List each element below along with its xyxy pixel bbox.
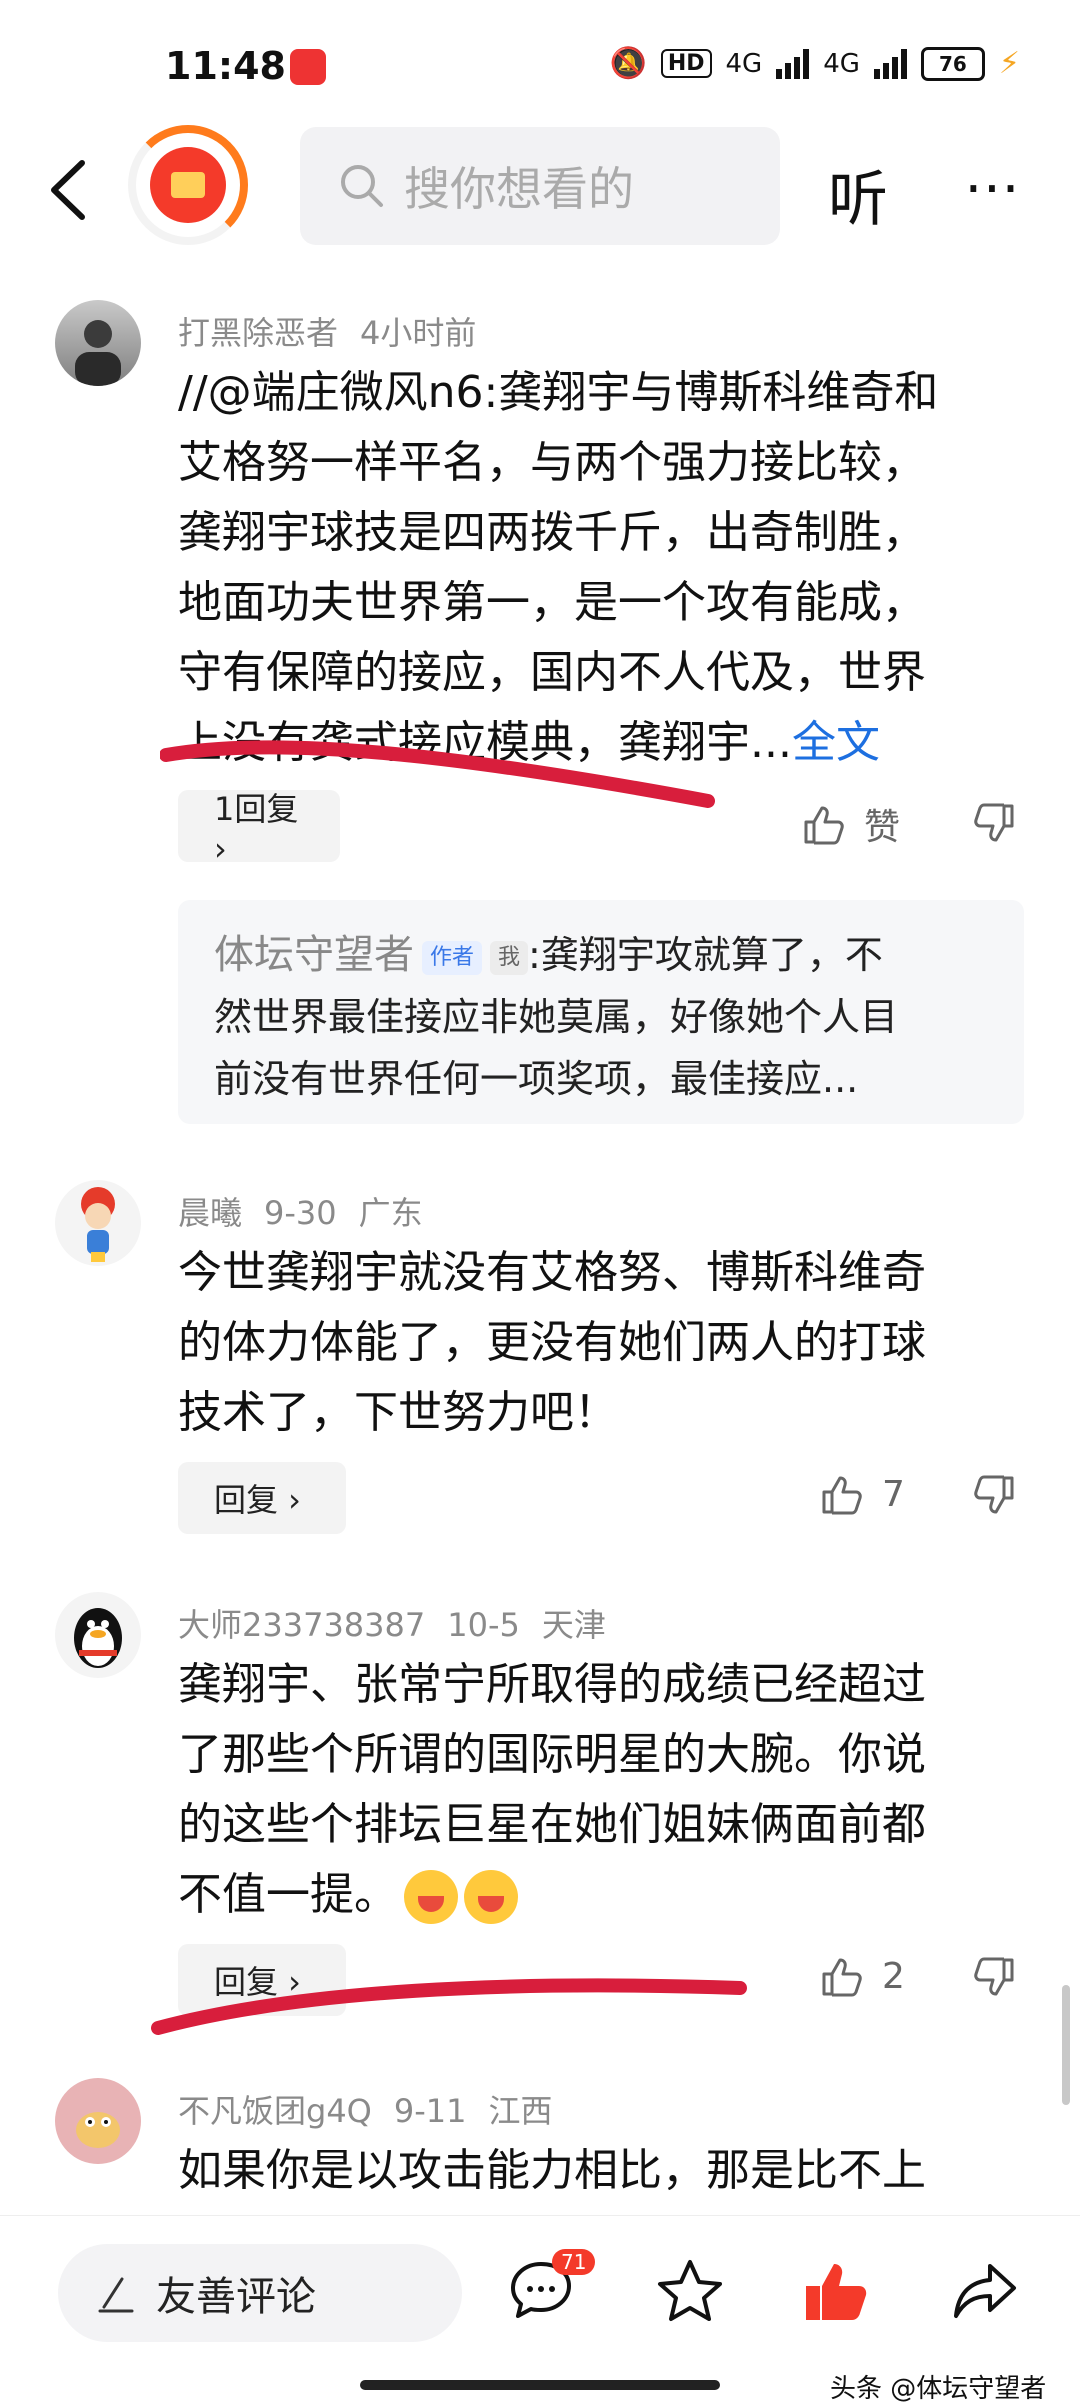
network-4g-label-2: 4G (823, 48, 860, 79)
thumbs-up-icon (822, 1958, 862, 1997)
comment-count-badge: 71 (552, 2249, 596, 2275)
top-nav: 搜你想看的 听 ⋯ (0, 125, 1080, 255)
status-bar: 11:48 🔕 HD 4G 4G 76 ⚡ (0, 0, 1080, 130)
reply-button[interactable]: 回复 › (178, 1462, 346, 1534)
thumbs-down-icon[interactable] (972, 802, 1016, 846)
listen-button[interactable]: 听 (828, 151, 888, 238)
avatar[interactable] (55, 2078, 141, 2164)
comment-text[interactable]: //@端庄微风n6:龚翔宇与博斯科维奇和 艾格努一样平名，与两个强力接比较， 龚… (178, 358, 1018, 778)
comment-username[interactable]: 晨曦 (178, 1194, 242, 1232)
scrollbar[interactable] (1062, 1985, 1070, 2105)
comment-meta: 晨曦 9-30 广东 (178, 1188, 445, 1234)
like-button[interactable]: 7 (820, 1472, 905, 1516)
like-count: 2 (882, 1955, 905, 1997)
comment-time: 10-5 (447, 1606, 520, 1644)
liked-thumbs-up-icon[interactable] (800, 2256, 870, 2326)
comment-line: 地面功夫世界第一，是一个攻有能成， (178, 577, 926, 628)
comment-location: 江西 (488, 2092, 553, 2130)
avatar[interactable] (55, 300, 141, 386)
comment-username[interactable]: 大师233738387 (178, 1606, 425, 1644)
comment-meta: 不凡饭团g4Q 9-11 江西 (178, 2086, 575, 2132)
comment-line: 了那些个所谓的国际明星的大腕。你说 (178, 1729, 926, 1780)
comment-location: 天津 (541, 1606, 606, 1644)
watermark: 头条 @体坛守望者 (830, 2374, 1047, 2404)
charging-icon: ⚡ (998, 46, 1020, 81)
comment-input-placeholder: 友善评论 (156, 2274, 316, 2320)
comment-line: 龚翔宇、张常宁所取得的成绩已经超过 (178, 1659, 926, 1710)
back-arrow-icon[interactable] (40, 155, 100, 225)
hd-icon: HD (660, 49, 712, 78)
thumbs-down-icon[interactable] (972, 1956, 1016, 2000)
red-underline-annotation (160, 740, 715, 808)
search-placeholder: 搜你想看的 (404, 162, 634, 216)
status-icons: 🔕 HD 4G 4G 76 ⚡ (609, 46, 1020, 81)
comment-time: 9-30 (264, 1194, 337, 1232)
me-tag: 我 (490, 940, 529, 975)
like-button[interactable]: 2 (820, 1954, 905, 1998)
cartoon-avatar-icon (81, 1187, 115, 1262)
sub-reply-text: 体坛守望者 作者我:龚翔宇攻就算了，不 然世界最佳接应非她莫属，好像她个人目 前没… (214, 924, 994, 1110)
share-arrow-icon[interactable] (950, 2256, 1020, 2326)
comment-username[interactable]: 不凡饭团g4Q (178, 2092, 372, 2130)
signal-icon (776, 48, 810, 79)
favorite-star-icon[interactable] (655, 2256, 725, 2326)
thumbs-up-icon (822, 1476, 862, 1515)
avatar[interactable] (55, 1592, 141, 1678)
like-label: 赞 (864, 807, 901, 848)
comment-line: 的体力体能了，更没有她们两人的打球 (178, 1317, 926, 1368)
comment-text[interactable]: 今世龚翔宇就没有艾格努、博斯科维奇 的体力体能了，更没有她们两人的打球 技术了，… (178, 1238, 1018, 1448)
comment-time: 9-11 (393, 2092, 467, 2130)
like-button[interactable]: 赞 (802, 798, 900, 850)
laugh-cry-emoji-icon (404, 1870, 458, 1924)
signal-icon-2 (873, 48, 907, 79)
author-tag: 作者 (422, 940, 483, 975)
comment-line: 守有保障的接应，国内不人代及，世界 (178, 647, 926, 698)
comment-meta: 打黑除恶者 4小时前 (178, 308, 498, 354)
status-time: 11:48 (165, 44, 286, 88)
comment-line: 今世龚翔宇就没有艾格努、博斯科维奇 (178, 1247, 926, 1298)
sub-reply-box[interactable]: 体坛守望者 作者我:龚翔宇攻就算了，不 然世界最佳接应非她莫属，好像她个人目 前没… (178, 900, 1024, 1124)
pen-icon (98, 2277, 134, 2313)
red-underline-annotation (151, 1978, 747, 2035)
avatar[interactable] (55, 1180, 141, 1266)
comment-line: 的这些个排坛巨星在她们姐妹俩面前都 (178, 1799, 926, 1850)
comment-username[interactable]: 打黑除恶者 (178, 314, 338, 352)
mute-icon: 🔕 (609, 46, 647, 81)
comment-input[interactable]: 友善评论 (58, 2244, 462, 2342)
red-packet-icon[interactable] (150, 147, 226, 223)
penguin-avatar-icon (74, 1608, 122, 1668)
network-4g-label: 4G (725, 48, 763, 79)
home-indicator[interactable] (360, 2380, 720, 2390)
sub-reply-line: 然世界最佳接应非她莫属，好像她个人目 (214, 995, 899, 1039)
comment-line: 不值一提。 (178, 1869, 398, 1920)
comment-text[interactable]: 龚翔宇、张常宁所取得的成绩已经超过 了那些个所谓的国际明星的大腕。你说 的这些个… (178, 1650, 1018, 1930)
comment-line: 如果你是以攻击能力相比，那是比不上 (178, 2145, 926, 2196)
comment-line: 龚翔宇球技是四两拨千斤，出奇制胜， (178, 507, 926, 558)
sub-reply-author[interactable]: 体坛守望者 (214, 932, 414, 978)
thumbs-up-icon (804, 806, 844, 845)
search-icon (341, 165, 383, 207)
sub-reply-line: 前没有世界任何一项奖项，最佳接应... (214, 1057, 859, 1101)
comment-line: 艾格努一样平名，与两个强力接比较， (178, 437, 926, 488)
search-bar[interactable]: 搜你想看的 (300, 127, 780, 245)
full-text-link[interactable]: 全文 (792, 717, 880, 768)
comment-text[interactable]: 如果你是以攻击能力相比，那是比不上 (178, 2136, 1018, 2206)
like-count: 7 (882, 1473, 905, 1515)
user-portrait-icon (75, 320, 121, 386)
comment-location: 广东 (358, 1194, 423, 1232)
sub-reply-line: :龚翔宇攻就算了，不 (528, 933, 883, 977)
app-notification-icon (290, 49, 326, 85)
battery-icon: 76 (920, 46, 985, 81)
comment-line: //@端庄微风n6:龚翔宇与博斯科维奇和 (178, 367, 939, 418)
more-menu-button[interactable]: ⋯ (964, 155, 1022, 220)
laugh-cry-emoji-icon (464, 1870, 518, 1924)
thumbs-down-icon[interactable] (972, 1474, 1016, 1518)
comment-time: 4小时前 (360, 314, 477, 352)
rice-ball-avatar-icon (76, 2112, 120, 2148)
comment-line: 技术了，下世努力吧！ (178, 1387, 618, 1438)
comment-meta: 大师233738387 10-5 天津 (178, 1600, 628, 1646)
